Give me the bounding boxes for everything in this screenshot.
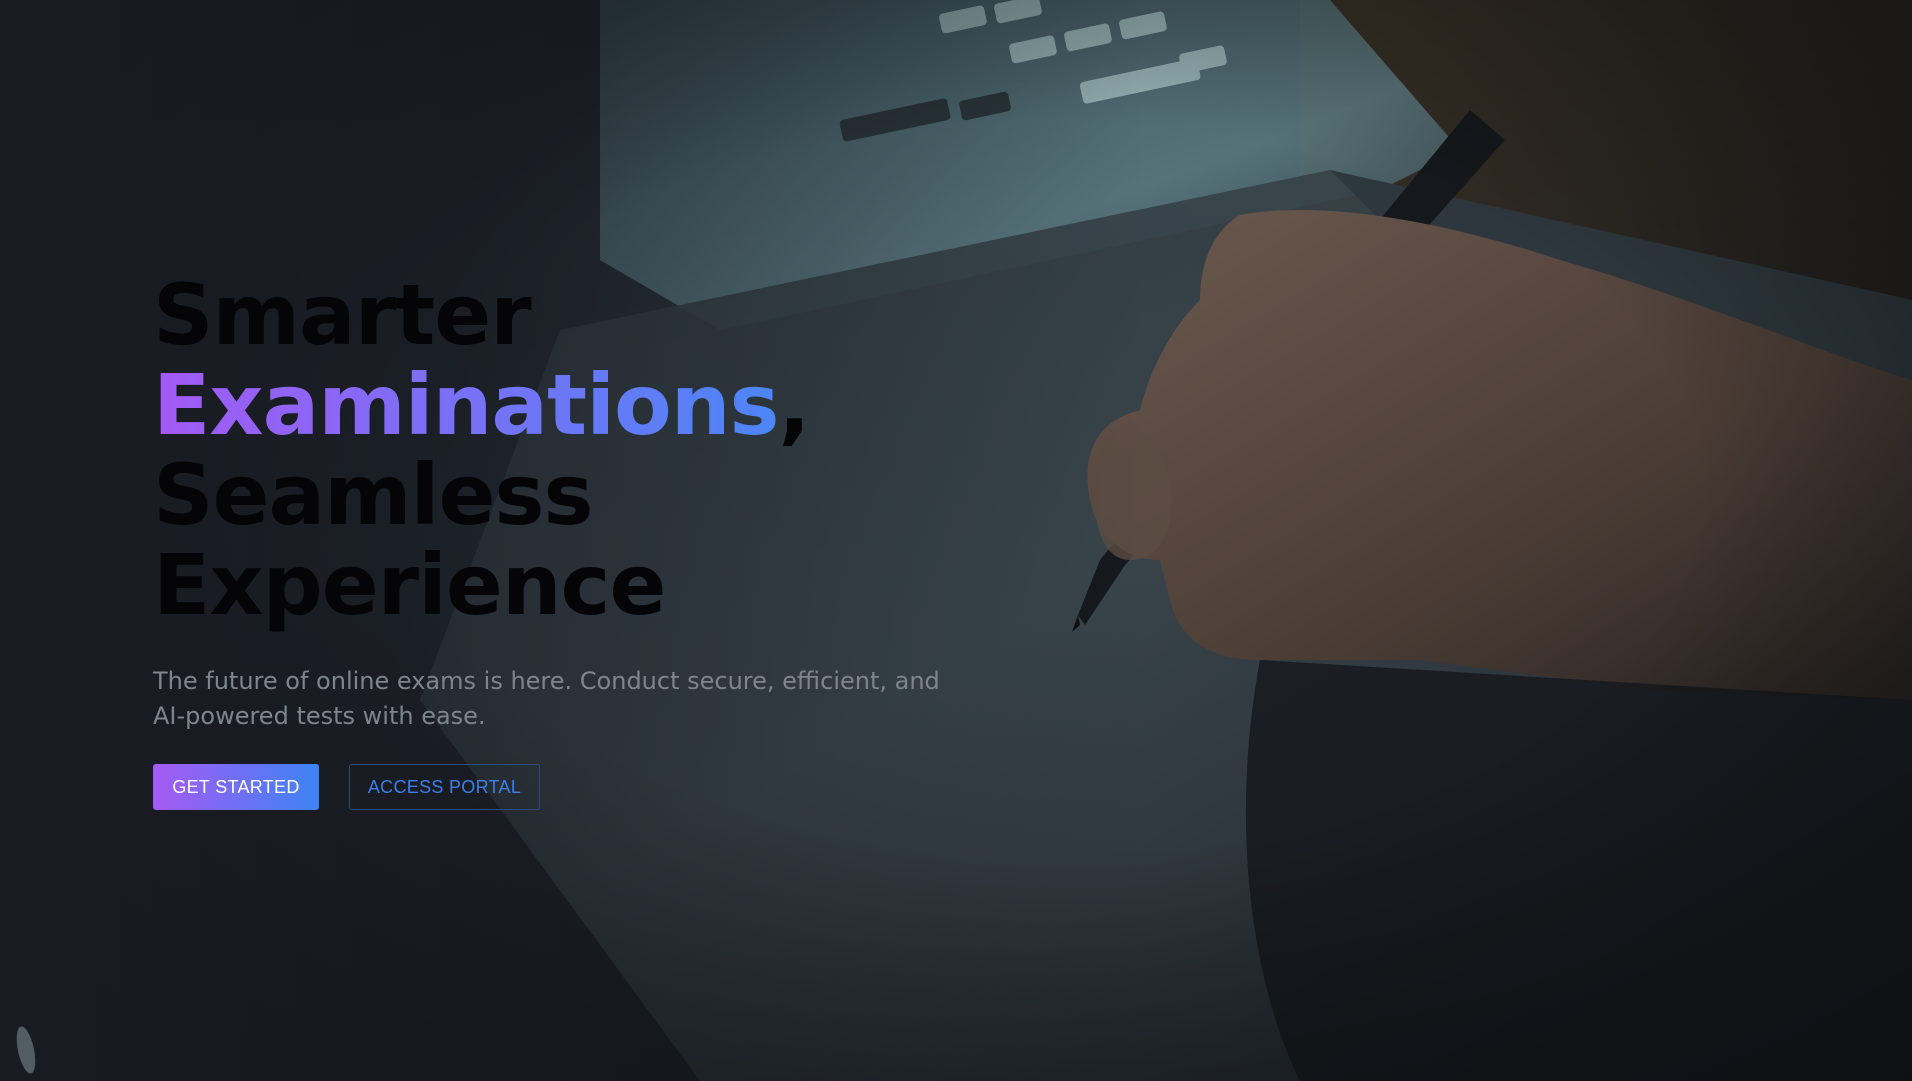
headline-line-4: Experience (153, 536, 666, 634)
hero-subtitle: The future of online exams is here. Cond… (153, 667, 940, 730)
hero-headline: Smarter Examinations, Seamless Experienc… (153, 270, 1053, 630)
access-portal-button[interactable]: ACCESS PORTAL (349, 764, 540, 810)
headline-highlight: Examinations (153, 356, 780, 454)
headline-comma: , (778, 356, 811, 454)
hero-section: Smarter Examinations, Seamless Experienc… (0, 0, 1912, 1081)
headline-line-2: Examinations, (153, 360, 1053, 450)
headline-line-1: Smarter (153, 266, 532, 364)
hero-actions: GET STARTED ACCESS PORTAL (153, 764, 1053, 810)
hero-content: Smarter Examinations, Seamless Experienc… (153, 270, 1053, 810)
headline-line-3: Seamless (153, 446, 593, 544)
get-started-button[interactable]: GET STARTED (153, 764, 319, 810)
